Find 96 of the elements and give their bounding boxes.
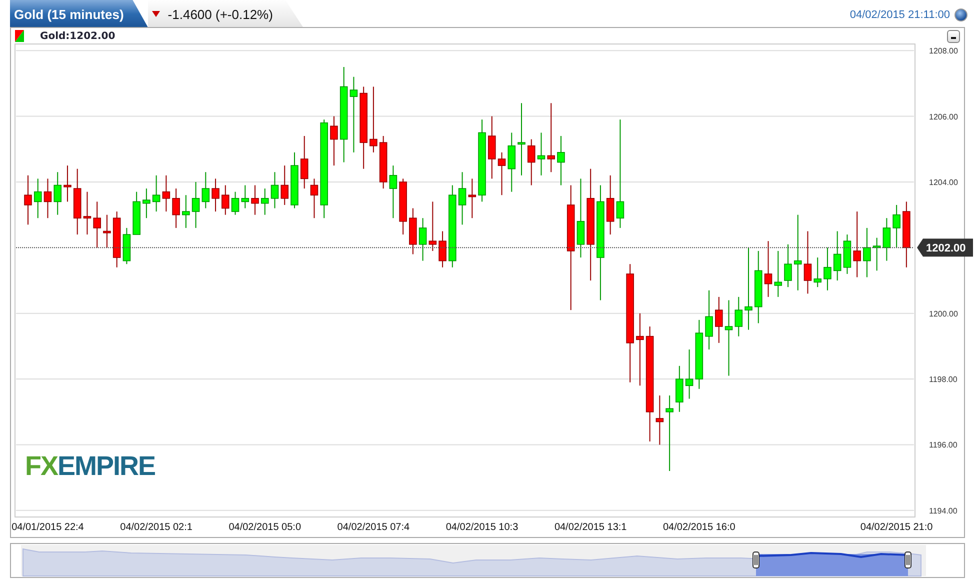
candle bbox=[83, 191, 92, 236]
candle bbox=[212, 178, 220, 212]
candle bbox=[231, 191, 240, 216]
fxempire-logo: FXEMPIRE bbox=[25, 451, 156, 481]
candle bbox=[784, 244, 792, 288]
timestamp: 04/02/2015 21:11:00 bbox=[850, 8, 950, 22]
x-axis-label: 04/02/2015 10:3 bbox=[446, 522, 518, 533]
last-price-tag: 1202.00 bbox=[917, 238, 973, 257]
candle bbox=[488, 116, 496, 180]
x-axis-label: 04/02/2015 07:4 bbox=[337, 522, 410, 533]
candle bbox=[715, 296, 723, 344]
candle bbox=[705, 290, 713, 350]
candle bbox=[902, 201, 910, 268]
candle bbox=[379, 135, 388, 190]
candle bbox=[498, 152, 506, 196]
x-axis-label: 04/02/2015 02:1 bbox=[120, 522, 192, 533]
range-handle[interactable] bbox=[904, 552, 912, 568]
x-axis-label: 04/01/2015 22:4 bbox=[12, 522, 84, 533]
candle bbox=[843, 234, 852, 274]
candle bbox=[833, 230, 842, 281]
candle bbox=[418, 218, 427, 262]
candle bbox=[132, 191, 140, 236]
candle bbox=[192, 181, 200, 228]
candle bbox=[64, 165, 72, 202]
y-axis-label: 1200.00 bbox=[929, 309, 958, 318]
candle bbox=[162, 174, 170, 212]
candle bbox=[222, 184, 230, 216]
candle bbox=[152, 174, 160, 212]
candle bbox=[251, 184, 259, 216]
candle bbox=[508, 132, 516, 192]
candle bbox=[54, 172, 62, 216]
candle bbox=[290, 152, 298, 209]
candle bbox=[537, 132, 546, 176]
candle bbox=[872, 237, 881, 272]
series-color-icon bbox=[15, 30, 24, 42]
candle bbox=[814, 257, 822, 288]
candle bbox=[93, 201, 101, 248]
candle bbox=[428, 201, 437, 252]
candle bbox=[103, 214, 111, 248]
candle bbox=[774, 250, 782, 298]
price-change: -1.4600 (+-0.12%) bbox=[168, 6, 273, 24]
x-axis-label: 04/02/2015 05:0 bbox=[228, 522, 302, 533]
y-axis-label: 1204.00 bbox=[929, 178, 958, 187]
candle bbox=[606, 174, 614, 236]
candle bbox=[853, 211, 861, 278]
candle bbox=[892, 204, 900, 248]
y-axis-label: 1208.00 bbox=[929, 46, 958, 56]
candle bbox=[527, 138, 536, 186]
candle bbox=[44, 178, 52, 219]
candle bbox=[468, 178, 476, 219]
candle bbox=[458, 172, 466, 226]
candle bbox=[882, 218, 891, 262]
candle bbox=[547, 102, 555, 173]
candle bbox=[676, 365, 684, 412]
candle bbox=[280, 165, 289, 206]
candle bbox=[695, 319, 704, 390]
candle bbox=[202, 172, 210, 209]
candle bbox=[370, 86, 378, 153]
candle bbox=[734, 296, 743, 337]
candle bbox=[863, 227, 871, 278]
y-axis-label: 1206.00 bbox=[929, 112, 958, 122]
candle bbox=[112, 211, 121, 268]
candle bbox=[270, 172, 279, 209]
candle bbox=[142, 188, 150, 219]
candle bbox=[73, 168, 82, 236]
candle bbox=[824, 247, 832, 291]
x-axis-label: 04/02/2015 16:0 bbox=[663, 522, 736, 533]
range-handle[interactable] bbox=[752, 552, 760, 568]
candle bbox=[172, 188, 180, 228]
candle bbox=[182, 194, 190, 228]
series-legend: Gold:1202.00 bbox=[40, 28, 116, 44]
status-orb-icon bbox=[954, 8, 968, 22]
candle bbox=[389, 165, 398, 219]
y-axis-label: 1198.00 bbox=[929, 375, 958, 384]
chart-title-tab[interactable]: Gold (15 minutes) bbox=[10, 0, 148, 27]
candle bbox=[764, 240, 772, 298]
x-axis-label: 04/02/2015 13:1 bbox=[554, 522, 627, 533]
candle bbox=[34, 178, 42, 219]
minimize-button[interactable] bbox=[947, 30, 960, 42]
x-axis-label: 04/02/2015 21:0 bbox=[860, 522, 933, 533]
y-axis-label: 1196.00 bbox=[929, 440, 958, 450]
candle bbox=[438, 230, 446, 268]
candle bbox=[300, 135, 308, 190]
candle bbox=[241, 184, 250, 209]
candle bbox=[656, 394, 664, 446]
candle bbox=[409, 208, 417, 255]
candle bbox=[804, 230, 812, 294]
candle bbox=[24, 174, 32, 226]
candle bbox=[122, 227, 131, 265]
candle bbox=[310, 178, 318, 219]
candle bbox=[557, 135, 565, 186]
candle bbox=[685, 348, 694, 400]
candle bbox=[399, 178, 407, 236]
candle bbox=[260, 188, 269, 216]
y-axis-label: 1194.00 bbox=[929, 506, 958, 516]
candle bbox=[330, 116, 338, 166]
